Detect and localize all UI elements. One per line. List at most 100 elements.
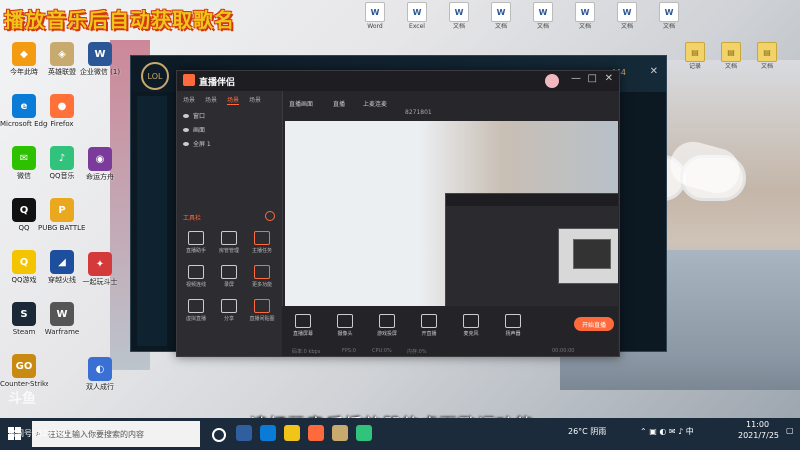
toolbar-label: 工具栏: [183, 215, 202, 222]
tool-button[interactable]: 虚拟直播: [181, 299, 211, 322]
tool-icon: [221, 231, 237, 245]
scene-item[interactable]: 画面: [183, 125, 205, 134]
desktop-file-icon[interactable]: ▤ 文档: [752, 42, 782, 70]
scene-item[interactable]: 全屏 1: [183, 139, 211, 148]
notification-icon[interactable]: ▢: [786, 426, 794, 435]
streaming-app-taskbar-icon[interactable]: [308, 425, 324, 441]
app-title-bar: 直播伴侣 — □ ✕: [177, 71, 619, 91]
clock-date[interactable]: 2021/7/25: [738, 431, 779, 440]
start-live-button[interactable]: 开始直播: [574, 317, 614, 331]
desktop-icon[interactable]: P PUBG BATTLEGR...: [38, 198, 86, 232]
explorer-taskbar-icon[interactable]: [284, 425, 300, 441]
app-icon: ◆: [12, 42, 36, 66]
tool-button[interactable]: 直播间贴图: [247, 299, 277, 322]
streaming-app-window[interactable]: 直播伴侣 — □ ✕ 场景 场景 场景 场景 窗口 画面 全屏 1 工具栏 直播…: [176, 70, 620, 357]
desktop-icon-label: Counter-Strike Global Off...: [0, 380, 48, 388]
toolbar-icon: [463, 314, 479, 328]
tab-scene-2[interactable]: 场景: [205, 95, 217, 104]
minimize-icon[interactable]: —: [571, 73, 581, 84]
tool-label: 房管管理: [218, 248, 239, 254]
desktop-file-icon[interactable]: ▤ 记录: [680, 42, 710, 70]
maximize-icon[interactable]: □: [588, 73, 597, 84]
tool-button[interactable]: 房管管理: [214, 231, 244, 254]
desktop-file-icon[interactable]: W Word: [360, 2, 390, 30]
avatar[interactable]: [545, 74, 559, 88]
tool-label: 直播间贴图: [249, 316, 275, 322]
stat-fps: FPS:0: [342, 348, 356, 354]
lol-logo-icon: LOL: [141, 62, 169, 90]
cortana-icon[interactable]: [212, 428, 226, 442]
tool-icon: [188, 231, 204, 245]
stat-memory: 内存:0%: [407, 349, 427, 355]
header-label-3: 上麦连麦: [363, 101, 388, 108]
desktop-icon[interactable]: ● Firefox: [38, 94, 86, 128]
bottom-toolbar-button[interactable]: 麦克风: [456, 314, 486, 337]
desktop-file-icon[interactable]: W Excel: [402, 2, 432, 30]
desktop-file-icon[interactable]: ▤ 文档: [716, 42, 746, 70]
desktop-icon[interactable]: W 企业微信 (1): [76, 42, 124, 76]
tool-button[interactable]: 主播任务: [247, 231, 277, 254]
word-document-icon: W: [491, 2, 511, 22]
toolbar-icon: [505, 314, 521, 328]
settings-icon[interactable]: [265, 211, 275, 221]
stat-timer: 00:00:00: [552, 348, 575, 354]
tab-scene-1[interactable]: 场景: [183, 95, 195, 104]
app-icon: ♪: [50, 146, 74, 170]
desktop-icon[interactable]: ◉ 命运方舟: [76, 147, 124, 181]
eye-icon[interactable]: [183, 114, 189, 118]
eye-icon[interactable]: [183, 142, 189, 146]
desktop-icon-label: PUBG BATTLEGR...: [38, 224, 86, 232]
desktop-file-icon[interactable]: W 文档: [654, 2, 684, 30]
bottom-toolbar-button[interactable]: 直播屏幕: [288, 314, 318, 337]
eye-icon[interactable]: [183, 128, 189, 132]
desktop-file-icon[interactable]: W 文档: [528, 2, 558, 30]
music-taskbar-icon[interactable]: [356, 425, 372, 441]
room-id: 8271801: [405, 109, 432, 116]
scene-item[interactable]: 窗口: [183, 111, 205, 120]
bottom-toolbar-button[interactable]: 游戏投屏: [372, 314, 402, 337]
desktop-file-icon[interactable]: W 文档: [612, 2, 642, 30]
tool-icon: [188, 299, 204, 313]
tab-scene-3[interactable]: 场景: [227, 95, 240, 105]
toolbar-label: 游戏投屏: [376, 331, 397, 337]
tool-icon: [188, 265, 204, 279]
desktop-icon[interactable]: W Warframe: [38, 302, 86, 336]
close-icon[interactable]: ✕: [605, 73, 613, 84]
room-label-text: 房间号: [8, 429, 32, 438]
scene-label: 全屏 1: [193, 141, 211, 148]
desktop-file-icon[interactable]: W 文档: [486, 2, 516, 30]
desktop-icon[interactable]: GO Counter-Strike Global Off...: [0, 354, 48, 388]
desktop-icon-label: 企业微信 (1): [79, 68, 121, 76]
bottom-toolbar-button[interactable]: 扬声器: [498, 314, 528, 337]
app-icon: e: [12, 94, 36, 118]
app-icon: GO: [12, 354, 36, 378]
desktop-file-icon[interactable]: W 文档: [444, 2, 474, 30]
desktop-file-icon[interactable]: W 文档: [570, 2, 600, 30]
tool-button[interactable]: 直播助手: [181, 231, 211, 254]
tool-button[interactable]: 录屏: [214, 265, 244, 288]
task-view-icon[interactable]: [236, 425, 252, 441]
app-icon: ✦: [88, 252, 112, 276]
room-number: 8271801: [37, 429, 73, 438]
tab-scene-4[interactable]: 场景: [249, 95, 261, 104]
banner-title: 播放音乐后自动获取歌名: [4, 8, 235, 32]
tool-button[interactable]: 分享: [214, 299, 244, 322]
clock-time[interactable]: 11:00: [746, 420, 769, 429]
bottom-toolbar-button[interactable]: 开直播: [414, 314, 444, 337]
app-icon: P: [50, 198, 74, 222]
weather-text[interactable]: 26°C 阴雨: [568, 426, 606, 437]
app-icon: Q: [12, 198, 36, 222]
close-icon[interactable]: ✕: [650, 66, 658, 77]
edge-taskbar-icon[interactable]: [260, 425, 276, 441]
word-document-icon: W: [617, 2, 637, 22]
desktop-icon[interactable]: ✦ 一起玩斗士: [76, 252, 124, 286]
app-icon: ◢: [50, 250, 74, 274]
bottom-toolbar-button[interactable]: 摄像头: [330, 314, 360, 337]
tool-button[interactable]: 更多功能: [247, 265, 277, 288]
tool-button[interactable]: 视频连线: [181, 265, 211, 288]
desktop-icon-label: Firefox: [50, 120, 74, 128]
file-label: 文档: [760, 63, 773, 70]
desktop-icon[interactable]: ◐ 双人成行: [76, 357, 124, 391]
lol-taskbar-icon[interactable]: [332, 425, 348, 441]
tray-icons[interactable]: ⌃ ▣ ◐ ✉ ♪ 中: [640, 426, 694, 437]
